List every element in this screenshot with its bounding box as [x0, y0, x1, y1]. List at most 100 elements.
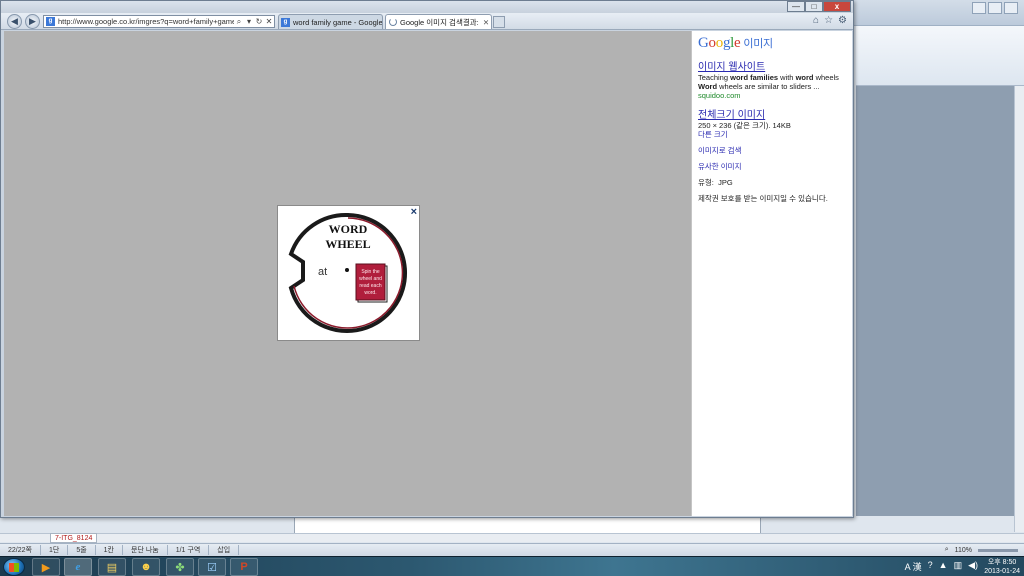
forward-button[interactable]: ▶	[25, 14, 40, 29]
google-favicon-icon: g	[281, 17, 290, 27]
word-wheel-image: WORD WHEEL at Spin the wheel and read ea…	[288, 212, 407, 333]
close-button[interactable]: x	[823, 1, 851, 12]
tab-label: Google 이미지 검색결과: h...	[400, 17, 481, 27]
desc-bold: Word	[698, 82, 718, 91]
status-cell: 1칸	[96, 545, 123, 555]
powerpoint-taskbar-button[interactable]: P	[230, 558, 258, 576]
dropdown-icon[interactable]: ▾	[244, 17, 254, 26]
desc-part: with	[778, 73, 796, 82]
similar-images-link[interactable]: 유사한 이미지	[698, 162, 852, 171]
image-info-panel: Google 이미지 이미지 웹사이트 Teaching word familie…	[691, 31, 852, 516]
forward-arrow-icon: ▶	[29, 16, 36, 26]
address-bar[interactable]: g http://www.google.co.kr/imgres?q=word+…	[43, 15, 275, 28]
card-text-line-4: word.	[364, 290, 376, 296]
new-tab-button[interactable]	[493, 16, 505, 28]
site-url: squidoo.com	[698, 91, 741, 100]
ime-indicator[interactable]: A 漢	[905, 560, 922, 573]
image-overlay[interactable]: WORD WHEEL at Spin the wheel and read ea…	[4, 31, 691, 516]
desc-part: wheels	[813, 73, 839, 82]
windows-logo-icon	[9, 563, 19, 572]
full-size-image-link[interactable]: 전체크기 이미지	[698, 106, 852, 121]
media-player-taskbar-button[interactable]: ▶	[32, 558, 60, 576]
system-tray: A 漢 ? ▲ ▥ ◀)	[905, 560, 978, 573]
volume-icon[interactable]: ◀)	[968, 560, 978, 573]
tray-expand-icon[interactable]: ▲	[939, 560, 948, 573]
type-label: 유형:	[698, 178, 714, 187]
status-line: 5줄	[68, 545, 96, 555]
tab-label: word family game - Google ...	[293, 17, 382, 27]
navigation-bar: ◀ ▶ g http://www.google.co.kr/imgres?q=w…	[1, 13, 853, 30]
desc-part: wheels are similar to sliders ...	[717, 82, 820, 91]
page-description: Teaching word families with word wheels	[698, 73, 852, 82]
smiley-icon: ☻	[140, 561, 152, 573]
tool-taskbar-button[interactable]: ☑	[198, 558, 226, 576]
checklist-icon: ☑	[207, 561, 217, 574]
card-text-line-1: Spin the	[361, 269, 380, 275]
copyright-notice: 제작권 보호를 받는 이미지일 수 있습니다.	[698, 194, 828, 203]
image-preview[interactable]: WORD WHEEL at Spin the wheel and read ea…	[277, 205, 420, 341]
google-favicon-icon: g	[46, 17, 55, 26]
word-processor-ribbon	[856, 26, 1024, 86]
maximize-button[interactable]: □	[805, 1, 823, 12]
page-viewport: WORD WHEEL at Spin the wheel and read ea…	[4, 31, 852, 516]
close-preview-button[interactable]: ×	[411, 206, 417, 218]
tab-google-images[interactable]: Google 이미지 검색결과: h... ✕	[385, 14, 492, 29]
home-icon[interactable]: ⌂	[813, 15, 819, 26]
file-explorer-taskbar-button[interactable]: ▤	[98, 558, 126, 576]
vertical-scrollbar[interactable]	[1014, 86, 1024, 532]
wheel-word-part: at	[318, 266, 327, 278]
refresh-icon[interactable]: ↻	[254, 17, 264, 26]
wheel-center-dot	[345, 268, 349, 272]
address-url[interactable]: http://www.google.co.kr/imgres?q=word+fa…	[58, 17, 234, 26]
type-value: JPG	[718, 178, 733, 187]
zoom-slider[interactable]	[978, 548, 1018, 552]
desc-bold: word	[795, 73, 814, 82]
powerpoint-icon: P	[240, 561, 248, 573]
help-icon[interactable]: ?	[928, 560, 933, 573]
wheel-title-line2: WHEEL	[325, 237, 370, 251]
tools-gear-icon[interactable]: ⚙	[838, 15, 847, 26]
back-button[interactable]: ◀	[7, 14, 22, 29]
image-website-link[interactable]: 이미지 웹사이트	[698, 58, 852, 73]
browser-titlebar: — □ x	[1, 1, 853, 13]
tab-close-icon[interactable]: ✕	[481, 18, 491, 27]
status-paragraph: 문단 나눔	[123, 545, 168, 555]
card-text-line-2: wheel and	[359, 276, 382, 282]
other-sizes-link[interactable]: 다른 크기	[698, 130, 852, 139]
desc-part: Teaching	[698, 73, 731, 82]
sheet-tab[interactable]: 7-ITG_8124	[50, 533, 98, 543]
folder-icon: ▤	[106, 561, 118, 574]
images-label: 이미지	[743, 38, 773, 50]
messenger-taskbar-button[interactable]: ☻	[132, 558, 160, 576]
network-icon: ✤	[175, 561, 185, 574]
browser-window: — □ x ◀ ▶ g http://www.google.co.kr/imgr…	[0, 0, 854, 518]
internet-explorer-taskbar-button[interactable]: e	[64, 558, 92, 576]
favorites-star-icon[interactable]: ☆	[824, 15, 833, 26]
wp-maximize-button[interactable]	[988, 2, 1002, 14]
google-logo[interactable]: Google 이미지	[698, 35, 852, 53]
horizontal-scrollbar[interactable]	[0, 533, 1024, 542]
ie-icon: e	[75, 561, 81, 573]
clock-time: 오후 8:50	[987, 559, 1017, 566]
wp-close-button[interactable]	[1004, 2, 1018, 14]
search-icon[interactable]: ⌕	[234, 17, 244, 27]
stop-icon[interactable]: ✕	[264, 17, 274, 26]
image-size-info: 250 × 236 (같은 크기). 14KB	[698, 121, 791, 130]
network-status-icon[interactable]: ▥	[954, 560, 963, 573]
tab-word-family-game[interactable]: g word family game - Google ...	[278, 14, 383, 29]
card-text-line-3: read each	[359, 283, 381, 289]
status-page: 22/22쪽	[0, 545, 41, 555]
start-button[interactable]	[3, 558, 25, 576]
status-section: 1/1 구역	[168, 545, 210, 555]
zoom-level[interactable]: 110%	[955, 547, 972, 554]
clock[interactable]: 오후 8:50 2013-01-24	[984, 558, 1020, 576]
loading-spinner-icon	[389, 18, 397, 26]
zoom-icon[interactable]: ⌕	[945, 546, 949, 554]
page-description-line2: Word wheels are similar to sliders ...	[698, 82, 852, 91]
wp-minimize-button[interactable]	[972, 2, 986, 14]
minimize-button[interactable]: —	[787, 1, 805, 12]
status-insert-mode[interactable]: 삽입	[209, 545, 240, 555]
search-by-image-link[interactable]: 이미지로 검색	[698, 146, 852, 155]
network-app-taskbar-button[interactable]: ✤	[166, 558, 194, 576]
play-icon: ▶	[41, 561, 51, 574]
